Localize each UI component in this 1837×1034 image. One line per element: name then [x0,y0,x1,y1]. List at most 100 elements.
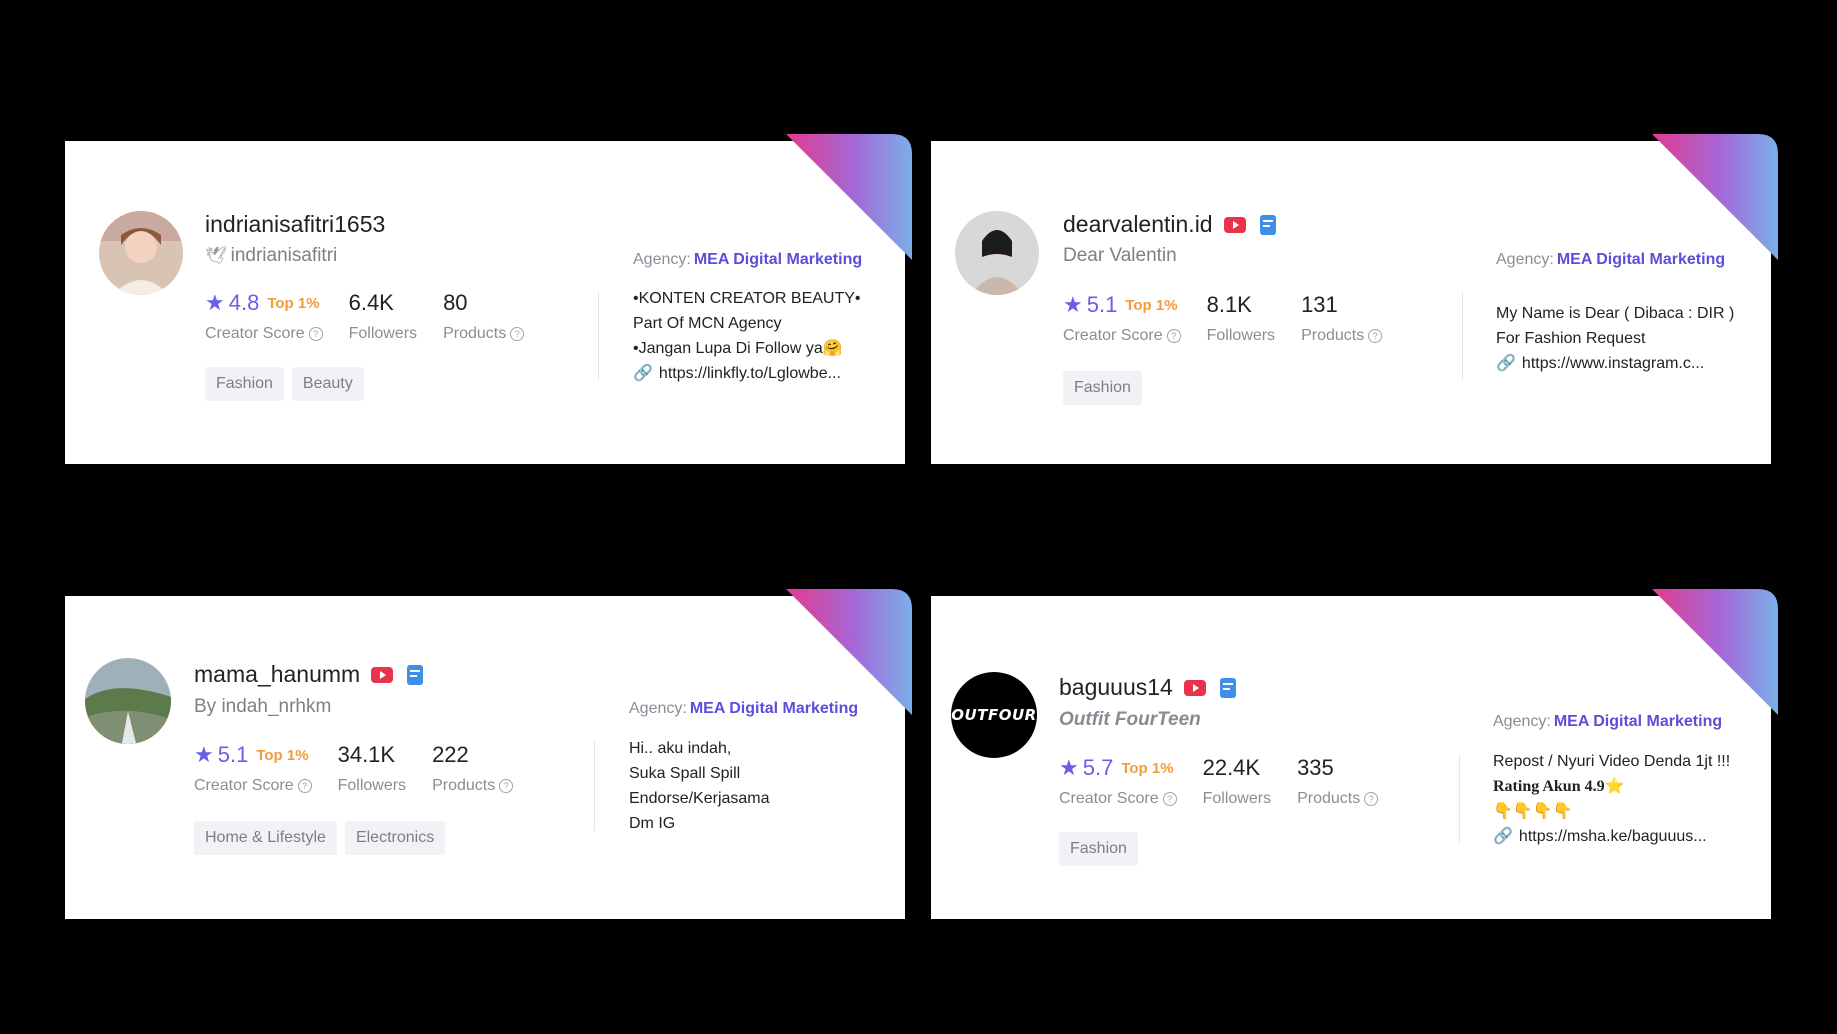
followers-label: Followers [1206,327,1276,344]
agency-label: Agency: [633,251,691,268]
products-value: 222 [432,742,469,767]
tag[interactable]: Fashion [1059,832,1138,866]
creator-card[interactable]: OUTFOUR baguuus14 Outfit FourTeen ★ 5.7 To… [931,589,1778,919]
info-icon[interactable]: ? [1368,329,1383,343]
creator-handle[interactable]: baguuus14 [1059,674,1241,701]
bio-link[interactable]: https://www.instagram.c... [1522,351,1704,376]
followers-value: 8.1K [1206,292,1252,317]
products-label: Products [1301,327,1365,344]
score-label: Creator Score [1059,790,1159,807]
creator-handle[interactable]: mama_hanumm [194,661,428,688]
agency-link[interactable]: MEA Digital Marketing [694,251,862,268]
bio-line: Dm IG [629,815,676,832]
handle-text[interactable]: mama_hanumm [194,661,360,688]
agency-label: Agency: [629,700,687,717]
score-value: 4.8 [228,290,260,315]
tag[interactable]: Home & Lifestyle [194,821,337,855]
agency-label: Agency: [1496,251,1554,268]
stats: ★ 5.1 Top 1% Creator Score? 8.1K Followers 1… [1063,291,1383,345]
tag[interactable]: Electronics [344,821,446,855]
creator-subtitle: Dear Valentin [1063,245,1177,267]
creator-subtitle: 🕊 indrianisafitri [205,245,337,267]
bio-line: Endorse/Kerjasama [629,790,770,807]
score-value: 5.1 [1086,292,1118,317]
avatar[interactable] [955,211,1039,295]
avatar[interactable]: OUTFOUR [951,672,1037,758]
bio: Repost / Nyuri Video Denda 1jt !!! Ratin… [1493,749,1773,849]
followers-value: 6.4K [348,290,394,315]
live-video-icon [1223,216,1246,233]
star-icon: ★ [1059,755,1079,780]
star-icon: ★ [205,290,225,315]
corner-ribbon [786,134,912,260]
bio-line: •KONTEN CREATOR BEAUTY• [633,290,861,307]
link-icon: 🔗 [633,365,653,382]
agency: Agency: MEA Digital Marketing [633,251,862,269]
creator-card[interactable]: indrianisafitri1653 🕊 indrianisafitri ★ 4… [65,134,912,464]
category-tags: Fashion [1063,371,1142,405]
products-label: Products [443,325,507,342]
bio-line: Hi.. aku indah, [629,740,732,757]
subtitle-text: By indah_nrhkm [194,696,332,717]
bio: Hi.. aku indah, Suka Spall Spill Endorse… [629,736,909,836]
live-video-icon [371,666,394,683]
info-icon[interactable]: ? [499,779,514,793]
divider [1459,754,1460,844]
top-badge: Top 1% [256,746,309,764]
info-icon[interactable]: ? [297,779,312,793]
avatar-logo-text: OUTFOUR [951,706,1037,724]
creator-handle[interactable]: indrianisafitri1653 [205,211,385,238]
post-icon [1219,677,1236,698]
handle-text[interactable]: dearvalentin.id [1063,211,1213,238]
bio-link[interactable]: https://msha.ke/baguuus... [1519,824,1707,849]
subtitle-text: Dear Valentin [1063,245,1177,266]
bio: My Name is Dear ( Dibaca : DIR ) For Fas… [1496,301,1776,376]
agency-label: Agency: [1493,713,1551,730]
category-tags: Fashion Beauty [205,367,364,401]
stats: ★ 5.7 Top 1% Creator Score? 22.4K Followers … [1059,754,1379,808]
link-icon: 🔗 [1496,355,1516,372]
agency-link[interactable]: MEA Digital Marketing [1554,713,1722,730]
score-value: 5.7 [1082,755,1114,780]
info-icon[interactable]: ? [1166,329,1181,343]
post-icon [407,664,424,685]
creator-card[interactable]: mama_hanumm By indah_nrhkm ★ 5.1 Top 1% Cre… [65,589,912,919]
products-label: Products [432,777,496,794]
tag[interactable]: Fashion [1063,371,1142,405]
star-icon: ★ [194,742,214,767]
subtitle-text: Outfit FourTeen [1059,709,1201,730]
top-badge: Top 1% [1121,759,1174,777]
avatar[interactable] [85,658,171,744]
handle-text[interactable]: baguuus14 [1059,674,1173,701]
tag[interactable]: Fashion [205,367,284,401]
handle-text[interactable]: indrianisafitri1653 [205,211,385,238]
creator-subtitle: By indah_nrhkm [194,696,331,718]
agency-link[interactable]: MEA Digital Marketing [1557,251,1725,268]
bio-line: Suka Spall Spill [629,765,741,782]
post-icon [1259,214,1276,235]
creator-handle[interactable]: dearvalentin.id [1063,211,1281,238]
info-icon[interactable]: ? [1162,792,1177,806]
followers-value: 22.4K [1202,755,1261,780]
live-video-icon [1183,679,1206,696]
category-tags: Home & Lifestyle Electronics [194,821,446,855]
divider [594,741,595,831]
bio-line: •Jangan Lupa Di Follow ya🤗 [633,340,843,357]
avatar[interactable] [99,211,183,295]
dove-icon: 🕊 [205,246,227,265]
top-badge: Top 1% [1125,296,1178,314]
creator-card[interactable]: dearvalentin.id Dear Valentin ★ 5.1 Top 1%… [931,134,1778,464]
agency-link[interactable]: MEA Digital Marketing [690,700,858,717]
tag[interactable]: Beauty [291,367,364,401]
bio-link[interactable]: https://linkfly.to/Lglowbe... [659,361,841,386]
score-label: Creator Score [1063,327,1163,344]
score-label: Creator Score [194,777,294,794]
agency: Agency: MEA Digital Marketing [1496,251,1725,269]
divider [1462,291,1463,381]
info-icon[interactable]: ? [510,327,525,341]
bio-line: Part Of MCN Agency [633,315,782,332]
score-label: Creator Score [205,325,305,342]
info-icon[interactable]: ? [1364,792,1379,806]
category-tags: Fashion [1059,832,1138,866]
info-icon[interactable]: ? [308,327,323,341]
